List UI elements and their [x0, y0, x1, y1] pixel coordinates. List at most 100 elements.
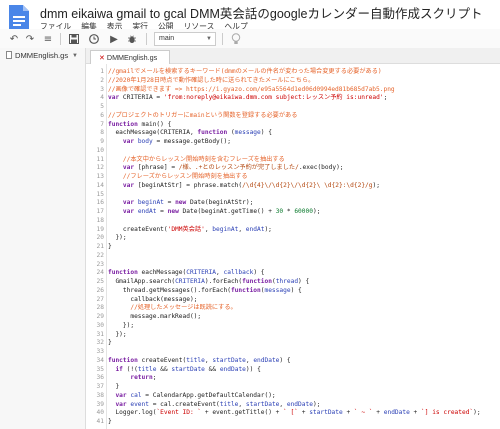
code-line[interactable]: 37 }	[86, 383, 500, 392]
code-token: =	[156, 208, 168, 215]
code-token: );	[473, 409, 481, 417]
code-line[interactable]: 15	[86, 191, 500, 200]
code-line[interactable]: 11 //本文中からレッスン開始時刻を含むフレーズを抽出する	[86, 156, 500, 165]
line-number: 22	[96, 251, 104, 259]
code-line[interactable]: 27 callback(message);	[86, 296, 500, 305]
code-line[interactable]: 30 });	[86, 322, 500, 331]
code-line[interactable]: 1 //gmailでメールを検索するキーワード(dmmのメールの件名が変わった場合…	[86, 68, 500, 77]
code-line[interactable]: 22	[86, 252, 500, 261]
code-line[interactable]: 3 //画像で確認できます => https://i.gyazo.com/e95a…	[86, 86, 500, 95]
line-content: var beginAt = new Date(beginAtStr);	[108, 199, 253, 208]
code-line[interactable]: 16 var beginAt = new Date(beginAtStr);	[86, 199, 500, 208]
code-token: +	[409, 409, 422, 417]
code-token: message.markRead();	[108, 313, 202, 320]
line-number: 40	[96, 409, 104, 417]
code-line[interactable]: 34 function createEvent(title, startDate,…	[86, 357, 500, 366]
code-line[interactable]: 26 thread.getMessages().forEach(function…	[86, 287, 500, 296]
code-line[interactable]: 23	[86, 261, 500, 270]
line-number: 21	[96, 243, 104, 250]
code-token: =	[163, 199, 176, 207]
code-token: //gmailでメールを検索するキーワード(dmmのメールの件名が変わった場合変…	[108, 68, 382, 75]
indent-icon[interactable]: ≡	[40, 32, 56, 46]
code-token: [phrase] =	[137, 164, 179, 172]
line-number: 34	[96, 356, 104, 364]
code-token: }	[108, 418, 112, 425]
code-token: endAt	[137, 208, 157, 215]
code-token: ) {	[260, 129, 272, 137]
code-line[interactable]: 7 function main() {	[86, 121, 500, 130]
line-content: //フレーズからレッスン開始時刻を抽出する	[108, 173, 248, 182]
code-line[interactable]: 40 Logger.log(`Event ID: ` + event.getTi…	[86, 409, 500, 418]
lightbulb-icon[interactable]	[228, 32, 244, 46]
code-line[interactable]: 5	[86, 103, 500, 112]
code-line[interactable]: 9 var body = message.getBody();	[86, 138, 500, 147]
close-icon[interactable]: ✕	[99, 55, 105, 62]
code-line[interactable]: 36 return;	[86, 374, 500, 383]
code-line[interactable]: 38 var cal = CalendarApp.getDefaultCalen…	[86, 392, 500, 401]
file-item[interactable]: DMMEnglish.gs ▼	[0, 48, 86, 64]
line-content: }	[108, 418, 112, 427]
code-line[interactable]: 8 eachMessage(CRITERIA, function (messag…	[86, 129, 500, 138]
code-token: startDate	[212, 356, 246, 364]
line-content: //プロジェクトのトリガーにmainという関数を登録する必要がある	[108, 112, 297, 121]
code-line[interactable]: 29 message.markRead();	[86, 313, 500, 322]
code-token: ` ~ `	[353, 409, 373, 417]
code-token: ,	[279, 400, 287, 408]
line-content: function createEvent(title, startDate, e…	[108, 357, 291, 366]
code-token: /様、.+とのレッスン予約が完了しました/	[178, 164, 299, 172]
code-line[interactable]: 28 //処理したメッセージは既読にする。	[86, 304, 500, 313]
redo-icon[interactable]: ↷	[22, 32, 38, 46]
code-line[interactable]: 12 var [phrase] = /様、.+とのレッスン予約が完了しました/.…	[86, 164, 500, 173]
code-token: endDate	[219, 365, 246, 373]
code-line[interactable]: 35 if (!(title && startDate && endDate))…	[86, 366, 500, 375]
code-token: eachMessage(	[141, 269, 187, 277]
code-token: = message.getBody();	[152, 138, 231, 145]
code-line[interactable]: 32}	[86, 339, 500, 348]
line-number: 39	[96, 400, 104, 408]
code-line[interactable]: 25 GmailApp.search(CRITERIA).forEach(fun…	[86, 278, 500, 287]
code-line[interactable]: 2 //2020年1月28日時点で動作確認した時に送られてきたメールにこちら。	[86, 77, 500, 86]
line-content: });	[108, 234, 126, 243]
tab-dmmenglish[interactable]: ✕ DMMEnglish.gs	[90, 50, 170, 64]
project-title[interactable]: dmm eikaiwa gmail to gcal DMM英会話のgoogleカ…	[40, 3, 482, 22]
code-token: //2020年1月28日時点で動作確認した時に送られてきたメールにこちら。	[108, 76, 315, 84]
code-area[interactable]: 1 //gmailでメールを検索するキーワード(dmmのメールの件名が変わった場合…	[86, 68, 500, 427]
code-line[interactable]: 13 //フレーズからレッスン開始時刻を抽出する	[86, 173, 500, 182]
code-token: CRITERIA =	[122, 94, 164, 102]
line-content: Logger.log(`Event ID: ` + event.getTitle…	[108, 409, 481, 418]
function-select[interactable]: main ▼	[154, 32, 216, 46]
code-token: `Event ID: `	[156, 409, 202, 417]
code-line[interactable]: 10	[86, 147, 500, 156]
code-token: title	[137, 365, 157, 373]
save-icon[interactable]	[66, 32, 82, 46]
run-icon[interactable]: ▶	[106, 32, 122, 46]
code-line[interactable]: 24 function eachMessage(CRITERIA, callbac…	[86, 269, 500, 278]
code-line[interactable]: 21}	[86, 243, 500, 252]
chevron-down-icon[interactable]: ▼	[72, 48, 78, 64]
code-line[interactable]: 17 var endAt = new Date(beginAt.getTime(…	[86, 208, 500, 217]
undo-icon[interactable]: ↶	[6, 32, 22, 46]
code-line[interactable]: 20 });	[86, 234, 500, 243]
code-token: beginAt	[212, 225, 239, 233]
debug-bug-icon[interactable]	[124, 32, 140, 46]
code-token: endDate	[383, 409, 410, 417]
code-line[interactable]: 6 //プロジェクトのトリガーにmainという関数を登録する必要がある	[86, 112, 500, 121]
code-line[interactable]: 4 var CRITERIA = 'from:noreply@eikaiwa.dm…	[86, 94, 500, 103]
code-line[interactable]: 33	[86, 348, 500, 357]
code-line[interactable]: 39 var event = cal.createEvent(title, st…	[86, 401, 500, 410]
code-line[interactable]: 19 createEvent('DMM英会話', beginAt, endAt)…	[86, 226, 500, 235]
code-line[interactable]: 18	[86, 217, 500, 226]
code-line[interactable]: 14 var [beginAtStr] = phrase.match(/\d{4…	[86, 182, 500, 191]
triggers-clock-icon[interactable]	[86, 32, 102, 46]
code-token: createEvent(	[108, 225, 168, 233]
file-icon	[6, 51, 12, 59]
code-line[interactable]: 41}	[86, 418, 500, 427]
code-line[interactable]: 31 });	[86, 331, 500, 340]
code-token: if	[115, 365, 127, 373]
line-content: message.markRead();	[108, 313, 201, 322]
line-content: function main() {	[108, 121, 171, 130]
line-number: 15	[96, 190, 104, 198]
